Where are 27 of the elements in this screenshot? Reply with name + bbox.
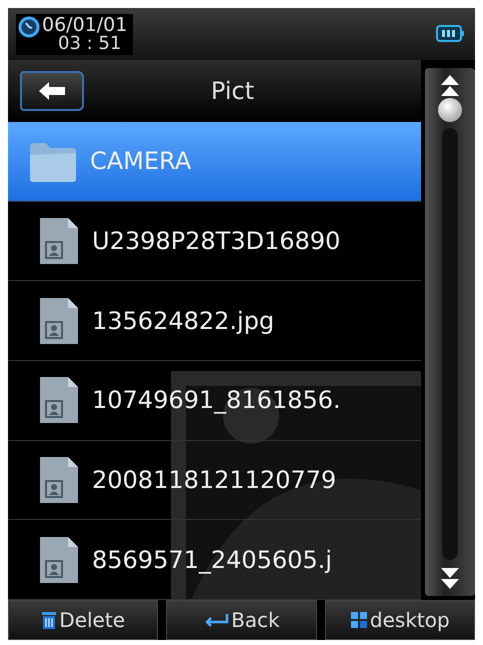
file-name: 8569571_2405605.j <box>92 546 332 574</box>
file-name: 135624822.jpg <box>92 306 274 335</box>
return-arrow-icon <box>203 612 230 628</box>
file-name: 2008118121120779 <box>92 466 336 494</box>
file-name: U2398P28T3D16890 <box>92 227 340 255</box>
file-row[interactable]: 10749691_8161856. <box>8 361 421 441</box>
trash-icon <box>41 610 58 630</box>
file-row[interactable]: 135624822.jpg <box>8 281 421 362</box>
back-button[interactable]: Back <box>166 600 317 640</box>
file-name: 10749691_8161856. <box>92 386 341 414</box>
date-text: 06/01/01 <box>42 16 128 34</box>
delete-button[interactable]: Delete <box>8 600 158 640</box>
file-row[interactable]: U2398P28T3D16890 <box>8 202 421 282</box>
desktop-button[interactable]: desktop <box>324 600 475 640</box>
file-name: CAMERA <box>90 147 192 176</box>
scroll-down-icon <box>440 566 460 590</box>
clock-icon <box>18 16 40 38</box>
file-row[interactable]: 2008118121120779 <box>8 440 421 520</box>
folder-title: Pict <box>210 77 256 105</box>
scroll-up-icon <box>440 74 460 98</box>
left-arrow-icon <box>37 81 67 101</box>
scroll-thumb[interactable] <box>438 98 462 122</box>
battery-icon <box>435 23 465 45</box>
scroll-bar[interactable] <box>425 68 475 596</box>
grid-icon <box>350 611 368 629</box>
time-text: 03 : 51 <box>58 34 122 52</box>
back-arrow-button[interactable] <box>20 71 84 111</box>
